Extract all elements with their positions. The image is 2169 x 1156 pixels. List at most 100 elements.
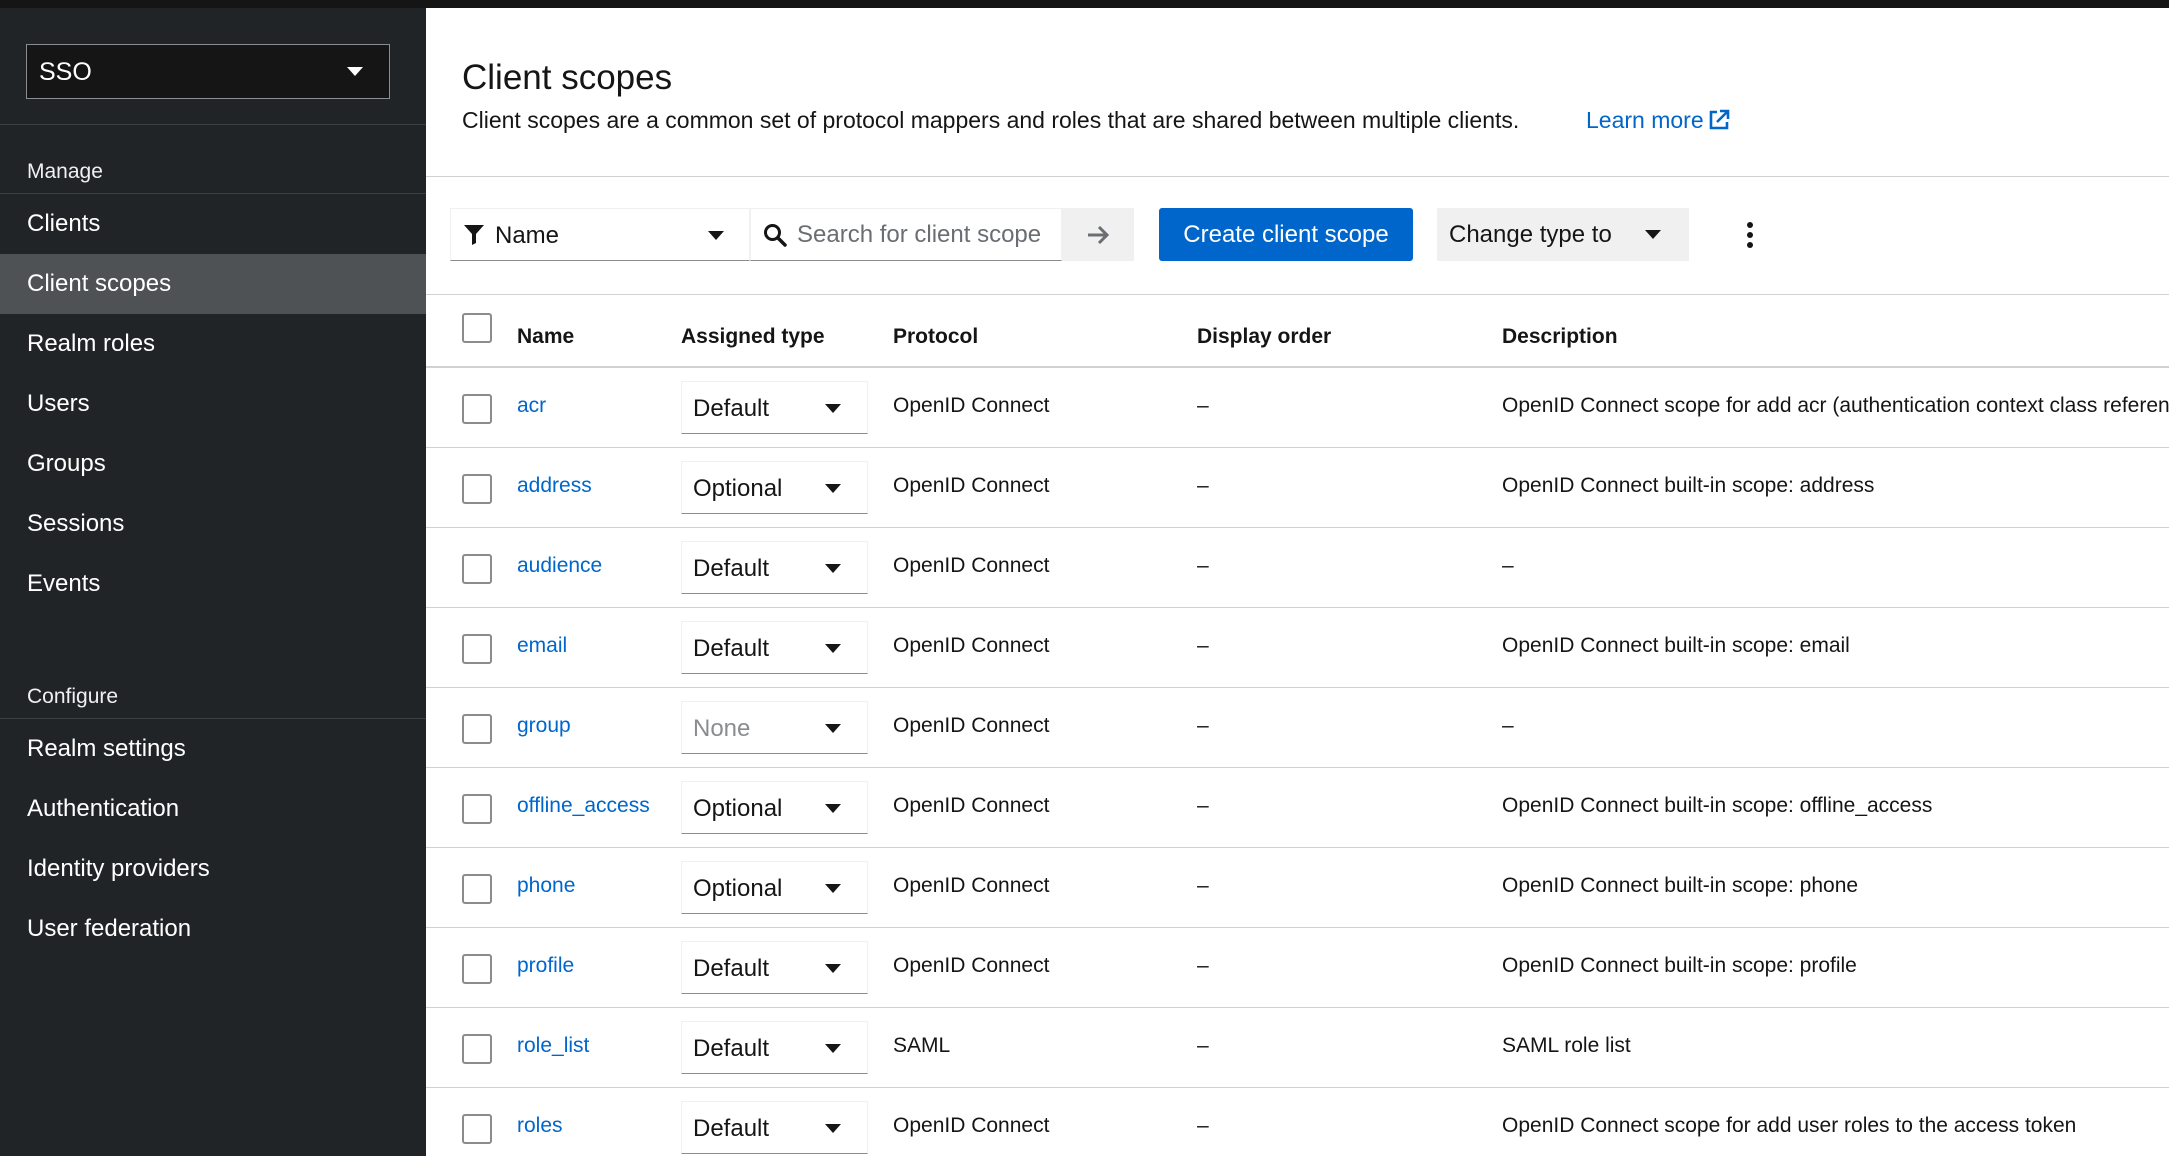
scope-name-link[interactable]: profile	[517, 954, 574, 978]
protocol-cell: SAML	[893, 1034, 951, 1057]
scope-name-link[interactable]: email	[517, 634, 567, 658]
assigned-type-select[interactable]: Optional	[681, 781, 868, 834]
assigned-type-select[interactable]: Optional	[681, 861, 868, 914]
assigned-type-value: Default	[693, 1115, 770, 1142]
display-order-cell: –	[1197, 1034, 1209, 1057]
sidebar-item-label: User federation	[27, 915, 192, 942]
protocol-cell: OpenID Connect	[893, 954, 1050, 977]
sidebar-item-label: Identity providers	[27, 855, 210, 882]
description-cell: OpenID Connect scope for add acr (authen…	[1502, 394, 2169, 417]
search-submit-button[interactable]	[1062, 208, 1134, 261]
select-all-checkbox[interactable]	[462, 313, 492, 343]
sidebar-item-label: Clients	[27, 210, 101, 237]
caret-down-icon	[825, 964, 841, 973]
search-box	[750, 208, 1062, 261]
sidebar-item-identity-providers[interactable]: Identity providers	[0, 839, 426, 899]
assigned-type-select[interactable]: Default	[681, 541, 868, 594]
table-row: profile Default OpenID Connect – OpenID …	[426, 928, 2169, 1008]
row-checkbox[interactable]	[462, 794, 492, 824]
assigned-type-value: Default	[693, 1035, 770, 1062]
assigned-type-value: Default	[693, 955, 770, 982]
sidebar-item-label: Client scopes	[27, 270, 172, 297]
table-row: acr Default OpenID Connect – OpenID Conn…	[426, 368, 2169, 448]
row-checkbox[interactable]	[462, 474, 492, 504]
display-order-cell: –	[1197, 874, 1209, 897]
caret-down-icon	[825, 644, 841, 653]
caret-down-icon	[825, 724, 841, 733]
sidebar-item-label: Events	[27, 570, 101, 597]
table-row: role_list Default SAML – SAML role list	[426, 1008, 2169, 1088]
row-checkbox[interactable]	[462, 394, 492, 424]
column-header-description: Description	[1502, 325, 1618, 348]
learn-more-link[interactable]: Learn more	[1586, 107, 1730, 134]
row-checkbox[interactable]	[462, 1114, 492, 1144]
display-order-cell: –	[1197, 554, 1209, 577]
scope-name-link[interactable]: offline_access	[517, 794, 650, 818]
filter-attribute-select[interactable]: Name	[450, 208, 750, 261]
scope-name-link[interactable]: audience	[517, 554, 602, 578]
row-checkbox[interactable]	[462, 554, 492, 584]
caret-down-icon	[825, 484, 841, 493]
scope-name-link[interactable]: acr	[517, 394, 546, 418]
page-description: Client scopes are a common set of protoc…	[462, 107, 1520, 133]
search-input[interactable]	[797, 217, 1052, 253]
assigned-type-value: Optional	[693, 475, 783, 502]
row-checkbox[interactable]	[462, 714, 492, 744]
assigned-type-value: None	[693, 715, 751, 742]
assigned-type-select[interactable]: Default	[681, 621, 868, 674]
sidebar-item-groups[interactable]: Groups	[0, 434, 426, 494]
protocol-cell: OpenID Connect	[893, 1114, 1050, 1137]
protocol-cell: OpenID Connect	[893, 874, 1050, 897]
table-row: offline_access Optional OpenID Connect –…	[426, 768, 2169, 848]
page-title: Client scopes	[462, 58, 673, 97]
row-checkbox[interactable]	[462, 1034, 492, 1064]
assigned-type-select[interactable]: None	[681, 701, 868, 754]
scope-name-link[interactable]: address	[517, 474, 592, 498]
sidebar-item-authentication[interactable]: Authentication	[0, 779, 426, 839]
assigned-type-select[interactable]: Default	[681, 1101, 868, 1154]
scope-name-link[interactable]: phone	[517, 874, 575, 898]
assigned-type-select[interactable]: Default	[681, 941, 868, 994]
kebab-menu-icon[interactable]	[1738, 218, 1762, 252]
assigned-type-select[interactable]: Optional	[681, 461, 868, 514]
description-cell: SAML role list	[1502, 1034, 1631, 1057]
change-type-dropdown[interactable]: Change type to	[1437, 208, 1689, 261]
table-row: address Optional OpenID Connect – OpenID…	[426, 448, 2169, 528]
description-cell: OpenID Connect built-in scope: offline_a…	[1502, 794, 1933, 817]
assigned-type-value: Default	[693, 635, 770, 662]
caret-down-icon	[347, 67, 363, 76]
caret-down-icon	[708, 231, 724, 240]
scope-name-link[interactable]: role_list	[517, 1034, 589, 1058]
protocol-cell: OpenID Connect	[893, 554, 1050, 577]
realm-selector[interactable]: SSO	[26, 44, 390, 99]
sidebar-item-clients[interactable]: Clients	[0, 194, 426, 254]
column-header-display-order: Display order	[1197, 325, 1332, 348]
assigned-type-value: Optional	[693, 875, 783, 902]
search-icon	[764, 224, 787, 247]
top-bar	[0, 0, 2169, 8]
row-checkbox[interactable]	[462, 874, 492, 904]
create-client-scope-button[interactable]: Create client scope	[1159, 208, 1413, 261]
column-header-protocol: Protocol	[893, 325, 979, 348]
scope-name-link[interactable]: group	[517, 714, 571, 738]
row-checkbox[interactable]	[462, 954, 492, 984]
sidebar-divider	[0, 124, 426, 125]
sidebar-item-client-scopes[interactable]: Client scopes	[0, 254, 426, 314]
sidebar-item-users[interactable]: Users	[0, 374, 426, 434]
sidebar-item-events[interactable]: Events	[0, 554, 426, 614]
sidebar-item-label: Sessions	[27, 510, 125, 537]
sidebar-item-user-federation[interactable]: User federation	[0, 899, 426, 959]
sidebar-item-sessions[interactable]: Sessions	[0, 494, 426, 554]
scope-name-link[interactable]: roles	[517, 1114, 563, 1138]
sidebar-item-realm-settings[interactable]: Realm settings	[0, 719, 426, 779]
sidebar-item-label: Realm settings	[27, 735, 186, 762]
header-divider	[426, 176, 2169, 177]
assigned-type-select[interactable]: Default	[681, 381, 868, 434]
sidebar-item-realm-roles[interactable]: Realm roles	[0, 314, 426, 374]
column-header-name[interactable]: Name	[517, 325, 574, 349]
assigned-type-select[interactable]: Default	[681, 1021, 868, 1074]
display-order-cell: –	[1197, 954, 1209, 977]
row-checkbox[interactable]	[462, 634, 492, 664]
table-row: roles Default OpenID Connect – OpenID Co…	[426, 1088, 2169, 1156]
caret-down-icon	[825, 1044, 841, 1053]
